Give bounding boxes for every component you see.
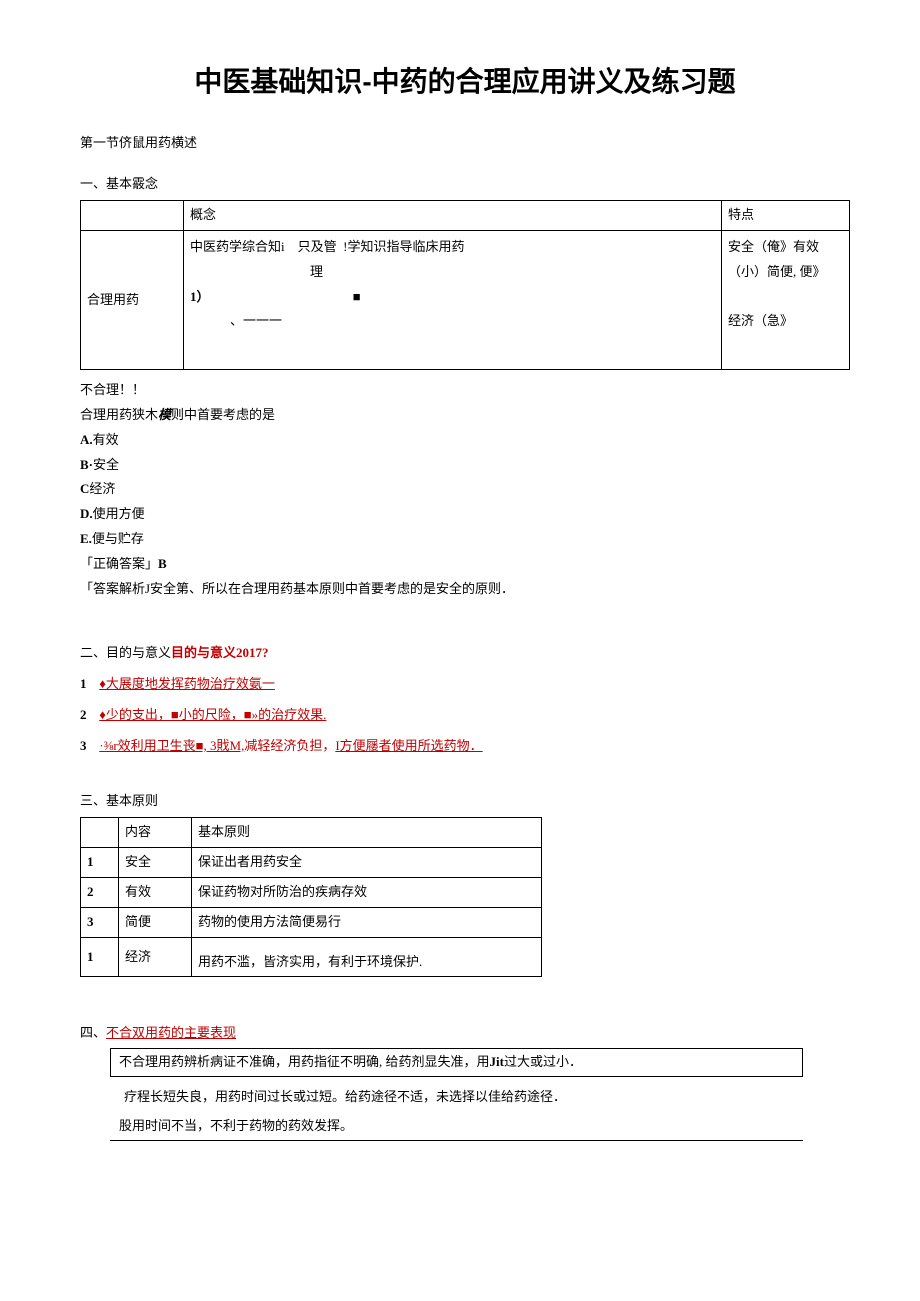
purpose-item-3: 3 ·⅜r效利用卫生丧■, 3戝M,减轻经济负担，I方便屦者使用所选药物． xyxy=(80,736,850,757)
th-feature: 特点 xyxy=(722,201,850,231)
concept-line1d: !学知识指导临床用药 xyxy=(343,239,464,254)
option-e: E.便与贮存 xyxy=(80,529,850,550)
section1-label: 第一节侪鼠用药横述 xyxy=(80,133,850,154)
section4-link[interactable]: 不合双用药的主要表现 xyxy=(106,1025,236,1040)
th-principle: 基本原则 xyxy=(192,818,542,848)
answer-explain: 「答案解析J安全第、所以在合理用药基本原则中首要考虑的是安全的原则． xyxy=(80,579,850,600)
purpose-link-1[interactable]: ♦大展度地发挥药物治疗效氨一 xyxy=(99,676,275,691)
concept-line1c: 理 xyxy=(310,260,323,285)
th-content: 内容 xyxy=(119,818,192,848)
table-row: 1 安全 保证出者用药安全 xyxy=(81,848,542,878)
purpose-link-3a[interactable]: ·⅜r效利用卫生丧■, 3戝M, xyxy=(99,738,244,753)
th-concept: 概念 xyxy=(184,201,722,231)
row-label: 合理用药 xyxy=(81,231,184,370)
purpose-item-1: 1 ♦大展度地发挥药物治疗效氨一 xyxy=(80,674,850,695)
option-c: C经济 xyxy=(80,479,850,500)
unreasonable-line1: 不合理用药辨析病证不准确，用药指征不明确, 给药剂显失准，用Jit过大或过小． xyxy=(111,1049,803,1077)
unreasonable-table: 不合理用药辨析病证不准确，用药指征不明确, 给药剂显失准，用Jit过大或过小． xyxy=(110,1048,803,1077)
concept-line1a: 中医药学综合知i xyxy=(190,239,285,254)
option-b: B·安全 xyxy=(80,455,850,476)
concepts-table: 概念 特点 合理用药 中医药学综合知i 只及管 !学知识指导临床用药 理 1） … xyxy=(80,200,850,370)
purpose-item-2: 2 ♦少的支出，■小的尺险，■»的治疗效果. xyxy=(80,705,850,726)
purpose-link-3c[interactable]: I方便屦者使用所选药物． xyxy=(335,738,482,753)
table-row: 3 简便 药物的使用方法简便易行 xyxy=(81,907,542,937)
question-stem: 合理用药狭木模则中首要考虑的是 xyxy=(80,405,850,426)
section3-heading: 三、基本原则 xyxy=(80,791,850,812)
unreasonable-line3: 股用时间不当，不利于药物的药效发挥。 xyxy=(111,1112,803,1140)
feature-line1: 安全（俺》有效 xyxy=(728,239,819,254)
th-blank xyxy=(81,201,184,231)
purpose-list: 1 ♦大展度地发挥药物治疗效氨一 2 ♦少的支出，■小的尺险，■»的治疗效果. … xyxy=(80,674,850,756)
page-title: 中医基础知识-中药的合理应用讲义及练习题 xyxy=(80,60,850,105)
section4-heading: 四、不合双用药的主要表现 xyxy=(80,1023,850,1044)
concept-line2: 1） xyxy=(190,289,210,304)
after-table-text: 不合理！！ xyxy=(80,380,850,401)
concept-cell: 中医药学综合知i 只及管 !学知识指导临床用药 理 1） ■ 、一一一 xyxy=(184,231,722,370)
concept-line1b: 只及管 xyxy=(298,239,337,254)
unreasonable-table2: 股用时间不当，不利于药物的药效发挥。 xyxy=(110,1112,803,1141)
feature-cell: 安全（俺》有效 （小）简便, 便》 经济（急》 xyxy=(722,231,850,370)
principles-table: 内容 基本原则 1 安全 保证出者用药安全 2 有效 保证药物对所防治的疾病存效… xyxy=(80,817,542,977)
unreasonable-line2: 疗程长短失良，用药时间过长或过短。给药途径不适，未选择以佳给药途径． xyxy=(124,1087,850,1108)
answer-line: 「正确答案」B xyxy=(80,554,850,575)
concept-line3: 、一一一 xyxy=(230,309,282,334)
table-row: 2 有效 保证药物对所防治的疾病存效 xyxy=(81,877,542,907)
section2-heading: 二、目的与意义目的与意义2017? xyxy=(80,643,850,664)
th-num xyxy=(81,818,119,848)
table-row: 1 经济 用药不滥，皆济实用，有利于环境保护. xyxy=(81,937,542,977)
feature-line2: （小）简便, 便》 xyxy=(728,264,826,279)
section1-heading: 一、基本霰念 xyxy=(80,174,850,195)
purpose-link-2[interactable]: ♦少的支出，■小的尺险，■»的治疗效果. xyxy=(99,707,326,722)
option-d: D.使用方便 xyxy=(80,504,850,525)
feature-line3: 经济（急》 xyxy=(728,313,793,328)
square-icon: ■ xyxy=(353,289,361,304)
option-a: A.有效 xyxy=(80,430,850,451)
